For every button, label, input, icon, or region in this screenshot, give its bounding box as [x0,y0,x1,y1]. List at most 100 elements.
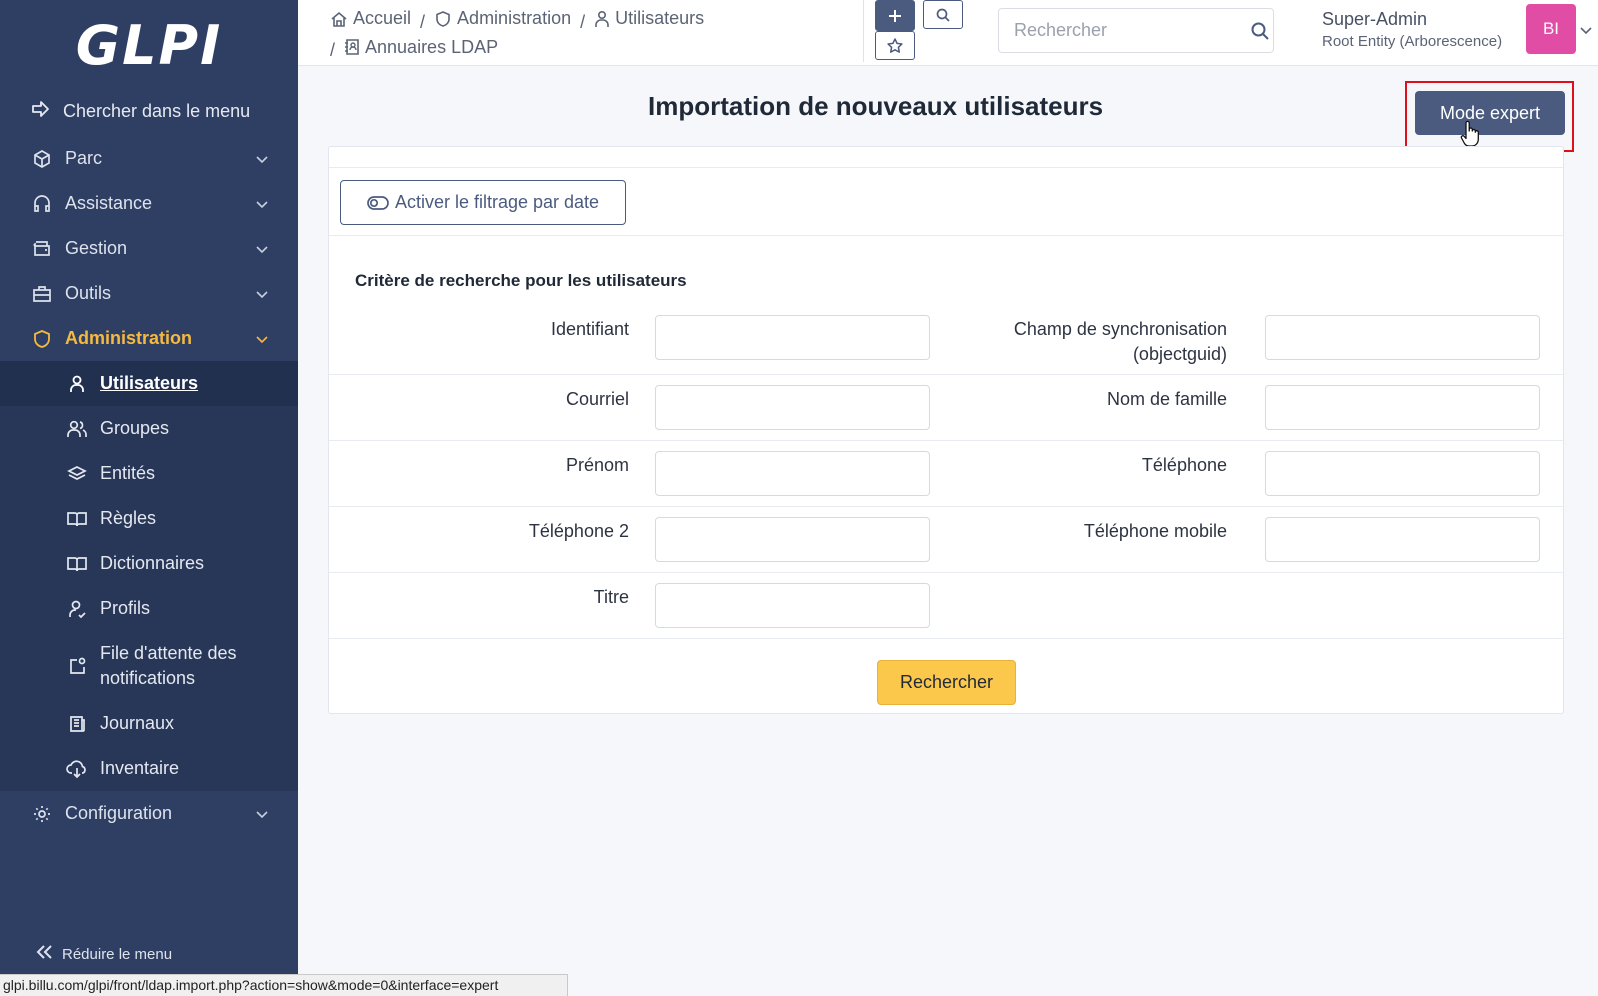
firstname-label: Prénom [565,455,629,475]
chevron-down-icon[interactable] [1580,22,1592,40]
search-toggle-button[interactable] [923,0,963,29]
book-icon [66,510,88,528]
headset-icon [31,194,53,214]
gear-icon [31,804,53,824]
reduce-menu-button[interactable]: Réduire le menu [36,944,172,964]
divider [329,167,1563,168]
shield-icon [31,329,53,349]
breadcrumb-utilisateurs[interactable]: Utilisateurs [594,6,704,31]
glpi-logo[interactable]: GLPI [0,0,298,90]
import-form-card: Activer le filtrage par date Critère de … [328,146,1564,714]
sidebar-item-gestion[interactable]: Gestion [0,226,298,271]
sidebar-subitem-inventaire[interactable]: Inventaire [0,746,298,791]
search-icon[interactable] [1246,21,1273,41]
mobile-field[interactable] [1265,517,1540,562]
sidebar-subitem-profils[interactable]: Profils [0,586,298,631]
phone-field[interactable] [1265,451,1540,496]
breadcrumb-administration[interactable]: Administration [434,6,571,31]
global-search[interactable] [998,8,1274,53]
lastname-label: Nom de famille [1106,389,1227,409]
date-filter-label: Activer le filtrage par date [394,192,600,212]
home-icon [331,11,347,27]
toggle-off-icon [367,195,389,210]
chevron-down-icon [256,193,270,214]
sidebar-subitem-notifications[interactable]: File d'attente des notifications [0,631,298,701]
arrow-right-icon [31,100,53,123]
global-search-input[interactable] [1014,20,1246,41]
sidebar-subitem-entites[interactable]: Entités [0,451,298,496]
menu-search-link[interactable]: Chercher dans le menu [0,90,298,132]
firstname-field[interactable] [655,451,930,496]
breadcrumb-home-label: Accueil [353,8,412,28]
chevron-down-icon [256,283,270,304]
sidebar-subitem-label: Journaux [100,713,175,733]
phone2-label: Téléphone 2 [528,521,629,541]
expert-mode-button[interactable]: Mode expert [1415,91,1565,135]
sidebar-item-label: Gestion [65,238,128,258]
sidebar-subitem-label: Règles [100,508,157,528]
sidebar-item-administration[interactable]: Administration [0,316,298,361]
chevron-down-icon [256,148,270,169]
plus-icon [889,9,901,22]
user-info[interactable]: Super-Admin Root Entity (Arborescence) [1322,9,1502,50]
status-bar-url: glpi.billu.com/glpi/front/ldap.import.ph… [0,974,568,996]
row-divider [329,572,1563,573]
sidebar-subitem-label: File d'attente des notifications [100,643,237,688]
add-button[interactable] [875,0,915,31]
sidebar-item-label: Parc [65,148,103,168]
sidebar: GLPI Chercher dans le menu Parc Assistan… [0,0,298,974]
avatar[interactable]: BI [1526,4,1576,54]
sidebar-item-label: Configuration [65,803,173,823]
title-field[interactable] [655,583,930,628]
phone2-field[interactable] [655,517,930,562]
logo-text: GLPI [75,13,223,77]
sidebar-item-parc[interactable]: Parc [0,136,298,181]
page-title: Importation de nouveaux utilisateurs [648,91,1104,121]
sidebar-item-label: Administration [65,328,193,348]
bookmark-button[interactable] [875,31,915,60]
sidebar-subitem-dictionnaires[interactable]: Dictionnaires [0,541,298,586]
email-field[interactable] [655,385,930,430]
section-title: Critère de recherche pour les utilisateu… [355,271,687,290]
sidebar-subitem-utilisateurs[interactable]: Utilisateurs [0,361,298,406]
breadcrumb-ldap-label: Annuaires LDAP [365,36,499,57]
sidebar-subitem-label: Dictionnaires [100,553,205,573]
divider [329,235,1563,236]
avatar-initials: BI [1542,19,1560,38]
search-submit-button[interactable]: Rechercher [877,660,1016,705]
login-label: Identifiant [550,319,629,339]
sidebar-item-label: Assistance [65,193,153,213]
shield-icon [436,10,450,27]
sidebar-item-configuration[interactable]: Configuration [0,791,298,836]
breadcrumb-ldap[interactable]: Annuaires LDAP [344,35,498,60]
date-filter-toggle-button[interactable]: Activer le filtrage par date [340,180,626,225]
phone-label: Téléphone [1141,455,1227,475]
row-divider [329,506,1563,507]
wallet-icon [31,239,53,259]
sidebar-subitem-label: Inventaire [100,758,180,778]
breadcrumb-users-label: Utilisateurs [615,8,705,28]
book-icon [66,555,88,573]
sidebar-subitem-groupes[interactable]: Groupes [0,406,298,451]
cloud-download-icon [66,759,88,779]
search-icon [936,8,950,22]
login-field[interactable] [655,315,930,360]
user-icon [66,374,88,394]
user-entity: Root Entity (Arborescence) [1322,33,1503,50]
breadcrumb-home[interactable]: Accueil [330,6,411,31]
sidebar-item-outils[interactable]: Outils [0,271,298,316]
user-name: Super-Admin [1322,9,1428,29]
lastname-field[interactable] [1265,385,1540,430]
user-icon [595,10,609,27]
sync-field-input[interactable] [1265,315,1540,360]
news-icon [66,714,88,734]
sidebar-item-assistance[interactable]: Assistance [0,181,298,226]
user-check-icon [66,599,88,619]
sidebar-subitem-journaux[interactable]: Journaux [0,701,298,746]
sidebar-subitem-regles[interactable]: Règles [0,496,298,541]
row-divider [329,440,1563,441]
sidebar-subitem-label: Groupes [100,418,170,438]
reduce-menu-label: Réduire le menu [62,945,173,963]
header-divider [863,0,864,62]
sidebar-subitem-label: Profils [100,598,151,618]
